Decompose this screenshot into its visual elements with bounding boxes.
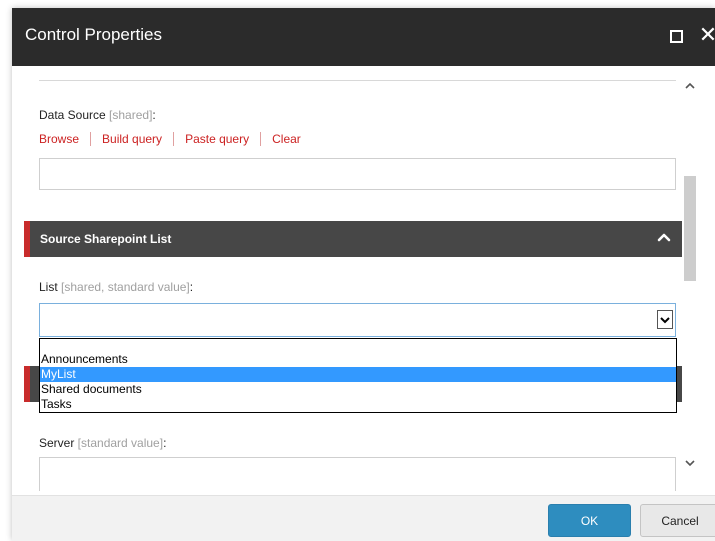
divider — [39, 80, 676, 81]
vertical-scrollbar[interactable] — [682, 78, 698, 473]
dropdown-option-mylist[interactable]: MyList — [40, 367, 676, 382]
server-label: Server [standard value]: — [39, 436, 166, 450]
build-query-link[interactable]: Build query — [102, 132, 162, 146]
list-select[interactable] — [39, 303, 676, 337]
scrollbar-thumb[interactable] — [684, 176, 696, 281]
data-source-links: Browse Build query Paste query Clear — [39, 132, 301, 146]
server-input[interactable] — [39, 457, 676, 491]
control-properties-dialog: Control Properties ✕ Data Source [shared… — [12, 8, 715, 541]
dropdown-option-tasks[interactable]: Tasks — [40, 397, 676, 412]
dropdown-option-announcements[interactable]: Announcements — [40, 352, 676, 367]
scroll-up-glyph — [685, 82, 695, 89]
close-icon[interactable]: ✕ — [696, 24, 715, 48]
link-separator — [90, 132, 92, 146]
list-colon: : — [189, 280, 194, 294]
link-separator — [173, 132, 175, 146]
paste-query-link[interactable]: Paste query — [185, 132, 249, 146]
section-title: Source Sharepoint List — [40, 232, 172, 246]
dialog-header: Control Properties ✕ — [12, 8, 715, 66]
server-label-text: Server — [39, 436, 75, 450]
section-header-source-sharepoint-list[interactable]: Source Sharepoint List — [24, 221, 682, 257]
server-hint: [standard value] — [74, 436, 164, 450]
list-dropdown[interactable]: Announcements MyList Shared documents Ta… — [39, 338, 677, 413]
list-label: List [shared, standard value]: — [39, 280, 193, 294]
maximize-box — [669, 29, 683, 43]
link-separator — [260, 132, 262, 146]
dialog-footer: OK Cancel — [12, 495, 715, 541]
chevron-down-icon[interactable] — [657, 310, 673, 329]
chevron-up-icon[interactable] — [682, 78, 698, 94]
server-colon: : — [163, 436, 167, 450]
clear-link[interactable]: Clear — [272, 132, 301, 146]
ok-button[interactable]: OK — [548, 504, 631, 537]
list-hint: [shared, standard value] — [57, 280, 190, 294]
chevron-down-icon[interactable] — [682, 455, 698, 471]
data-source-hint: [shared] — [105, 108, 153, 122]
chevron-down-glyph — [660, 316, 670, 323]
data-source-input[interactable] — [39, 158, 676, 190]
data-source-colon: : — [152, 108, 156, 122]
data-source-label-text: Data Source — [39, 108, 106, 122]
maximize-icon[interactable] — [664, 24, 688, 48]
scroll-down-glyph — [685, 460, 695, 467]
dropdown-option-shared-documents[interactable]: Shared documents — [40, 382, 676, 397]
browse-link[interactable]: Browse — [39, 132, 79, 146]
list-label-text: List — [39, 280, 58, 294]
dialog-title: Control Properties — [25, 25, 163, 44]
cancel-button[interactable]: Cancel — [640, 504, 715, 537]
data-source-label: Data Source [shared]: — [39, 108, 156, 122]
dialog-body: Data Source [shared]: Browse Build query… — [12, 66, 715, 491]
chevron-up-icon[interactable] — [656, 229, 672, 245]
